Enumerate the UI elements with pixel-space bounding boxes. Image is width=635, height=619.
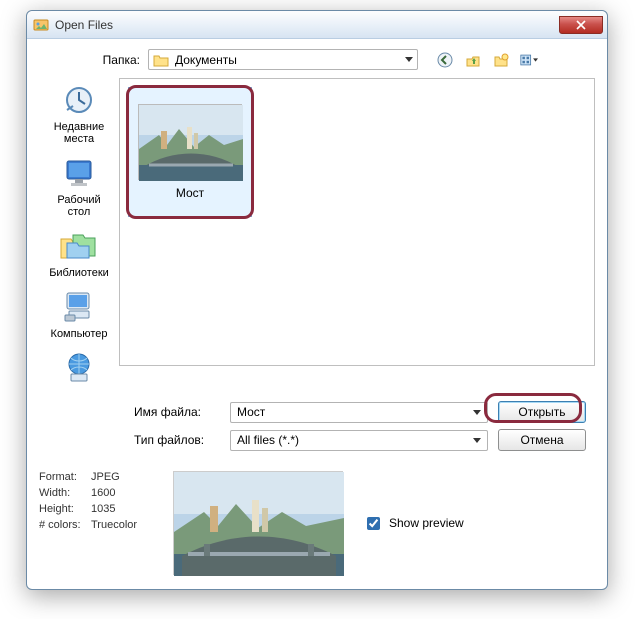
show-preview-label: Show preview: [389, 516, 464, 530]
places-desktop[interactable]: Рабочий стол: [45, 155, 113, 218]
recent-places-icon: [59, 82, 99, 118]
filename-value: Мост: [237, 405, 265, 419]
view-menu-icon[interactable]: [520, 51, 538, 69]
show-preview-input[interactable]: [367, 517, 380, 530]
up-icon[interactable]: [464, 51, 482, 69]
cancel-button[interactable]: Отмена: [498, 429, 586, 451]
new-folder-icon[interactable]: [492, 51, 510, 69]
filename-input[interactable]: Мост: [230, 402, 488, 423]
height-value: 1035: [91, 503, 115, 515]
network-icon: [59, 350, 99, 386]
filetype-value: All files (*.*): [237, 433, 299, 447]
colors-label: # colors:: [39, 519, 91, 531]
places-network[interactable]: [45, 350, 113, 389]
chevron-down-icon: [473, 410, 481, 415]
files-pane[interactable]: Мост: [119, 78, 595, 366]
places-computer-label: Компьютер: [45, 328, 113, 340]
places-computer[interactable]: Компьютер: [45, 289, 113, 340]
close-button[interactable]: [559, 16, 603, 34]
filetype-combo[interactable]: All files (*.*): [230, 430, 488, 451]
places-libraries-label: Библиотеки: [45, 267, 113, 279]
libraries-icon: [59, 228, 99, 264]
computer-icon: [59, 289, 99, 325]
folder-icon: [153, 53, 169, 67]
thumbnail-label: Мост: [176, 186, 204, 200]
preview-image: [173, 471, 343, 575]
file-thumbnail[interactable]: Мост: [128, 87, 252, 217]
format-value: JPEG: [91, 471, 120, 483]
chevron-down-icon: [473, 438, 481, 443]
filename-label: Имя файла:: [134, 405, 230, 419]
folder-label: Папка:: [94, 53, 140, 67]
open-files-dialog: Open Files Папка: Документы: [26, 10, 608, 590]
app-icon: [33, 17, 49, 33]
places-desktop-label: Рабочий стол: [45, 194, 113, 218]
titlebar[interactable]: Open Files: [27, 11, 607, 39]
colors-value: Truecolor: [91, 519, 137, 531]
desktop-icon: [59, 155, 99, 191]
back-icon[interactable]: [436, 51, 454, 69]
thumbnail-image: [138, 104, 242, 180]
places-recent-label: Недавние места: [45, 121, 113, 145]
filetype-label: Тип файлов:: [134, 433, 230, 447]
image-info: Format:JPEG Width:1600 Height:1035 # col…: [39, 471, 169, 575]
window-title: Open Files: [55, 18, 113, 32]
format-label: Format:: [39, 471, 91, 483]
places-libraries[interactable]: Библиотеки: [45, 228, 113, 279]
places-bar: Недавние места Рабочий стол Библиотеки К…: [39, 78, 119, 389]
height-label: Height:: [39, 503, 91, 515]
width-value: 1600: [91, 487, 115, 499]
open-button[interactable]: Открыть: [498, 401, 586, 423]
width-label: Width:: [39, 487, 91, 499]
folder-value: Документы: [175, 53, 237, 67]
chevron-down-icon: [405, 57, 413, 62]
show-preview-checkbox[interactable]: Show preview: [363, 514, 464, 533]
folder-combo[interactable]: Документы: [148, 49, 418, 70]
places-recent[interactable]: Недавние места: [45, 82, 113, 145]
